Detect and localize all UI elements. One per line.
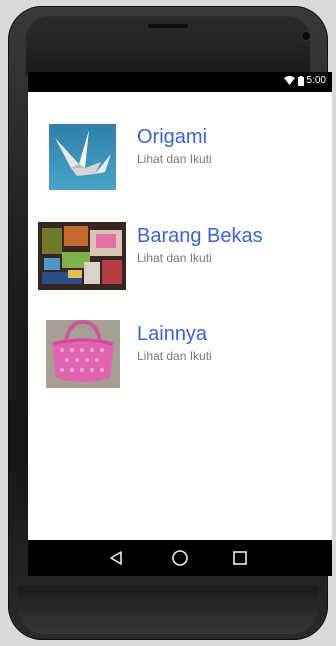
- home-button[interactable]: [168, 546, 192, 570]
- phone-chin: [18, 586, 318, 634]
- navigation-bar: [28, 540, 332, 576]
- list-item-barang-bekas[interactable]: Barang Bekas Lihat dan Ikuti: [28, 218, 332, 298]
- home-icon: [172, 550, 188, 566]
- recents-icon: [233, 551, 247, 565]
- item-subtitle: Lihat dan Ikuti: [137, 349, 212, 363]
- status-icons: 5:00: [283, 75, 326, 86]
- item-title: Lainnya: [137, 323, 208, 345]
- category-list: Origami Lihat dan Ikuti Barang Bekas Lih…: [28, 92, 332, 540]
- list-item-origami[interactable]: Origami Lihat dan Ikuti: [28, 119, 332, 199]
- item-subtitle: Lihat dan Ikuti: [137, 251, 212, 265]
- speaker-grille: [148, 24, 188, 28]
- item-title: Barang Bekas: [137, 225, 263, 247]
- paper-crane-image: [49, 124, 116, 190]
- pink-bag-image: [46, 320, 120, 388]
- list-item-lainnya[interactable]: Lainnya Lihat dan Ikuti: [28, 316, 332, 396]
- screen: 5:00 Origami Lihat dan Ikuti Barang Beka…: [28, 72, 332, 576]
- item-subtitle: Lihat dan Ikuti: [137, 152, 212, 166]
- front-camera: [302, 32, 310, 40]
- back-icon: [110, 551, 122, 565]
- back-button[interactable]: [104, 546, 128, 570]
- status-bar: 5:00: [28, 72, 332, 92]
- recycled-crafts-image: [38, 222, 126, 290]
- wifi-icon: [283, 76, 295, 85]
- recents-button[interactable]: [228, 546, 252, 570]
- item-title: Origami: [137, 126, 208, 148]
- status-time: 5:00: [306, 75, 326, 86]
- battery-icon: [297, 75, 304, 86]
